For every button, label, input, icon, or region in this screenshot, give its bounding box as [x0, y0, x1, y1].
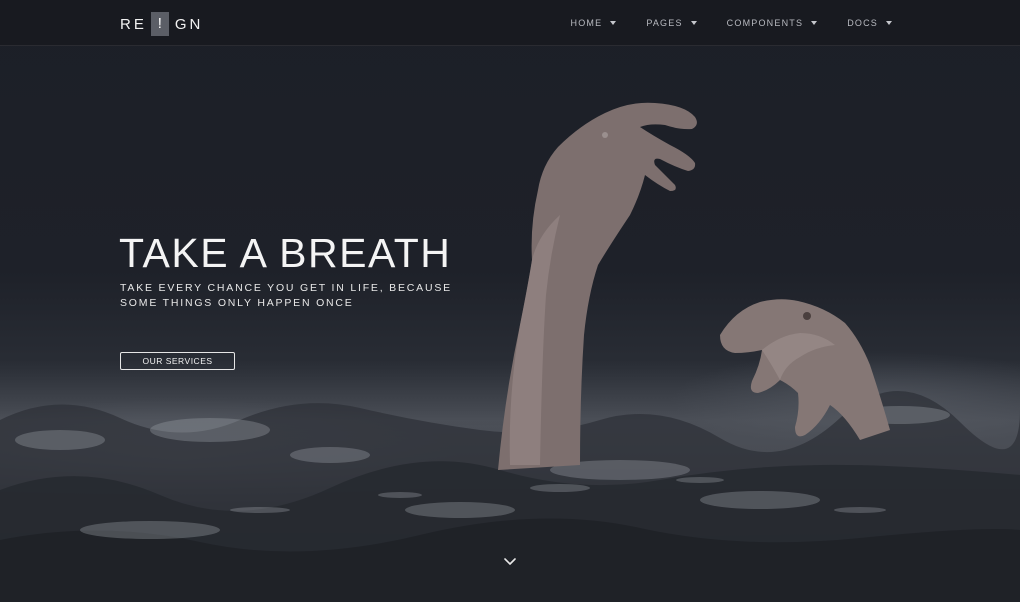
nav-item-label: COMPONENTS	[726, 17, 804, 28]
nav-item-docs[interactable]: DOCS	[847, 18, 892, 28]
nav-item-label: DOCS	[847, 17, 878, 28]
nav-item-home[interactable]: HOME	[571, 18, 617, 28]
logo-text-right: GN	[174, 15, 204, 33]
our-services-button[interactable]: OUR SERVICES	[120, 352, 235, 370]
caret-down-icon	[886, 20, 892, 25]
logo-mark: !	[150, 12, 169, 36]
caret-down-icon	[690, 20, 697, 25]
brand-logo[interactable]: RE ! GN	[120, 12, 203, 36]
caret-down-icon	[610, 20, 617, 25]
hero-subtitle-line-2: SOME THINGS ONLY HAPPEN ONCE	[120, 297, 354, 309]
logo-text-left: RE	[120, 15, 147, 33]
hero-title: TAKE A BREATH	[119, 230, 452, 276]
caret-down-icon	[811, 20, 818, 25]
hero-subtitle: TAKE EVERY CHANCE YOU GET IN LIFE, BECAU…	[120, 281, 460, 311]
nav-item-label: HOME	[570, 17, 603, 28]
top-navbar: RE ! GN HOME PAGES COMPONENTS DOCS	[0, 0, 1020, 46]
hands-image	[498, 102, 890, 470]
chevron-down-icon[interactable]	[502, 556, 518, 568]
nav-item-components[interactable]: COMPONENTS	[727, 18, 818, 28]
main-nav: HOME PAGES COMPONENTS DOCS	[541, 0, 892, 45]
nav-item-pages[interactable]: PAGES	[646, 17, 697, 28]
hero-section: RE ! GN HOME PAGES COMPONENTS DOCS TAKE …	[0, 0, 1020, 602]
hero-subtitle-line-1: TAKE EVERY CHANCE YOU GET IN LIFE, BECAU…	[120, 282, 452, 294]
nav-item-label: PAGES	[646, 17, 683, 28]
